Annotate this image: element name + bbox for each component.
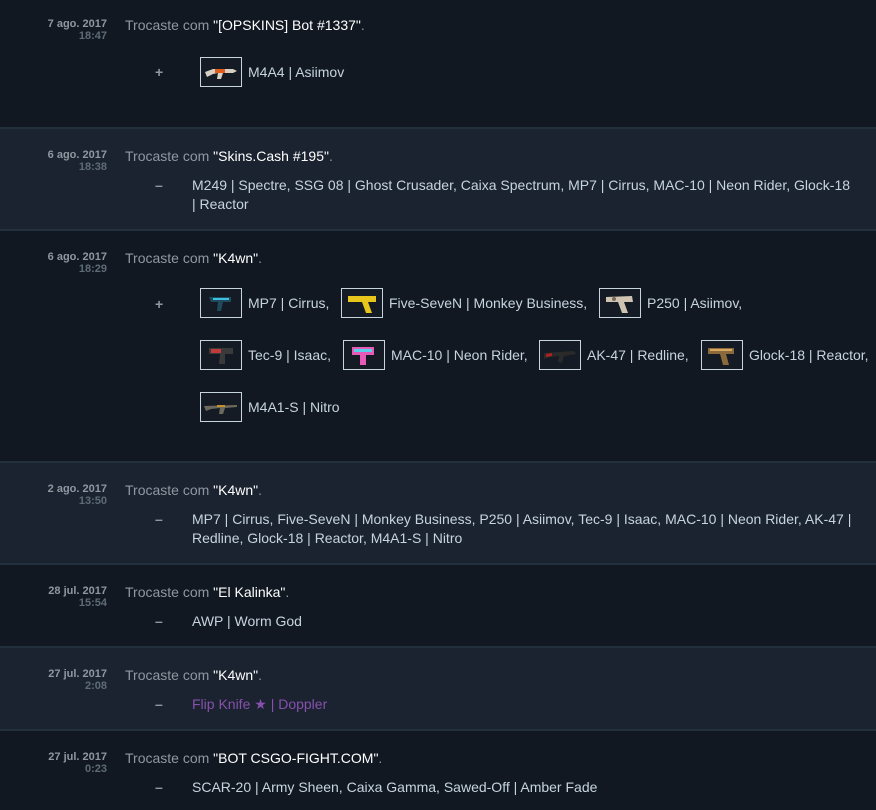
pistol-glock-icon[interactable] — [701, 340, 743, 370]
items-given-list: Flip Knife ★ | Doppler — [192, 696, 328, 712]
trade-time: 13:50 — [78, 495, 107, 507]
trade-description: Trocaste com "K4wn". — [125, 250, 262, 266]
trade-suffix: . — [285, 584, 290, 600]
pistol-tec9-icon[interactable] — [200, 340, 242, 370]
trade-date-text: 27 jul. 2017 — [48, 668, 107, 680]
trade-time: 18:29 — [78, 263, 107, 275]
items-received-sign: + — [155, 296, 164, 312]
trade-suffix: . — [328, 148, 333, 164]
trade-date: 6 ago. 2017 18:29 — [0, 251, 107, 275]
trade-prefix: Trocaste com — [125, 667, 214, 683]
pistol-p250-icon[interactable] — [599, 288, 641, 318]
items-given-sign: – — [155, 511, 163, 527]
trade-partner-link[interactable]: "K4wn" — [213, 482, 258, 498]
trade-suffix: . — [258, 250, 263, 266]
trade-date-text: 6 ago. 2017 — [47, 251, 107, 263]
trade-description: Trocaste com "[OPSKINS] Bot #1337". — [125, 17, 365, 33]
trade-prefix: Trocaste com — [125, 148, 214, 164]
items-given-sign: – — [155, 779, 163, 795]
trade-partner-link[interactable]: "El Kalinka" — [213, 584, 285, 600]
items-given-list: MP7 | Cirrus, Five-SeveN | Monkey Busine… — [192, 511, 852, 546]
item-name[interactable]: Five-SeveN | Monkey Business, — [389, 295, 587, 311]
trade-row: 6 ago. 2017 18:29 Trocaste com "K4wn". +… — [0, 231, 876, 463]
item-name[interactable]: M4A4 | Asiimov — [248, 64, 344, 80]
trade-prefix: Trocaste com — [125, 482, 214, 498]
trade-description: Trocaste com "K4wn". — [125, 667, 262, 683]
rifle-m4a4-asiimov-icon[interactable] — [200, 57, 242, 87]
items-given-list: AWP | Worm God — [192, 613, 302, 629]
trade-row: 27 jul. 2017 2:08 Trocaste com "K4wn". –… — [0, 648, 876, 731]
trade-row: 7 ago. 2017 18:47 Trocaste com "[OPSKINS… — [0, 0, 876, 129]
item-name[interactable]: MP7 | Cirrus, — [248, 295, 329, 311]
item-name[interactable]: AK-47 | Redline, — [587, 347, 689, 363]
trade-suffix: . — [378, 750, 383, 766]
trade-description: Trocaste com "K4wn". — [125, 482, 262, 498]
trade-prefix: Trocaste com — [125, 584, 214, 600]
trade-partner-link[interactable]: "K4wn" — [213, 667, 258, 683]
trade-suffix: . — [258, 482, 263, 498]
trade-row: 28 jul. 2017 15:54 Trocaste com "El Kali… — [0, 565, 876, 648]
item-name[interactable]: M4A1-S | Nitro — [248, 399, 340, 415]
trade-date-text: 6 ago. 2017 — [47, 149, 107, 161]
trade-partner-link[interactable]: "[OPSKINS] Bot #1337" — [213, 17, 361, 33]
smg-mac10-icon[interactable] — [343, 340, 385, 370]
trade-suffix: . — [360, 17, 365, 33]
trade-description: Trocaste com "El Kalinka". — [125, 584, 289, 600]
trade-date-text: 27 jul. 2017 — [48, 751, 107, 763]
rifle-m4a1s-icon[interactable] — [200, 392, 242, 422]
trade-date: 27 jul. 2017 0:23 — [0, 751, 107, 775]
trade-date: 7 ago. 2017 18:47 — [0, 18, 107, 42]
trade-date: 28 jul. 2017 15:54 — [0, 585, 107, 609]
trade-prefix: Trocaste com — [125, 17, 214, 33]
trade-date-text: 2 ago. 2017 — [47, 483, 107, 495]
trade-prefix: Trocaste com — [125, 250, 214, 266]
trade-description: Trocaste com "Skins.Cash #195". — [125, 148, 333, 164]
trade-prefix: Trocaste com — [125, 750, 214, 766]
items-given-sign: – — [155, 177, 163, 193]
trade-suffix: . — [258, 667, 263, 683]
items-given-list: SCAR-20 | Army Sheen, Caixa Gamma, Sawed… — [192, 779, 598, 795]
trade-history-list: 7 ago. 2017 18:47 Trocaste com "[OPSKINS… — [0, 0, 876, 810]
items-given-sign: – — [155, 696, 163, 712]
trade-date: 27 jul. 2017 2:08 — [0, 668, 107, 692]
trade-time: 18:47 — [78, 30, 107, 42]
trade-time: 2:08 — [84, 680, 107, 692]
trade-partner-link[interactable]: "BOT CSGO-FIGHT.COM" — [213, 750, 378, 766]
trade-time: 15:54 — [78, 597, 107, 609]
trade-date: 2 ago. 2017 13:50 — [0, 483, 107, 507]
pistol-five-seven-icon[interactable] — [341, 288, 383, 318]
smg-mp7-cirrus-icon[interactable] — [200, 288, 242, 318]
trade-partner-link[interactable]: "K4wn" — [213, 250, 258, 266]
item-name[interactable]: P250 | Asiimov, — [647, 295, 742, 311]
trade-date-text: 7 ago. 2017 — [47, 18, 107, 30]
trade-row: 2 ago. 2017 13:50 Trocaste com "K4wn". –… — [0, 463, 876, 565]
item-name[interactable]: Tec-9 | Isaac, — [248, 347, 331, 363]
trade-time: 0:23 — [84, 763, 107, 775]
trade-time: 18:38 — [78, 161, 107, 173]
items-given-list: M249 | Spectre, SSG 08 | Ghost Crusader,… — [192, 177, 851, 212]
trade-date: 6 ago. 2017 18:38 — [0, 149, 107, 173]
items-given-sign: – — [155, 613, 163, 629]
trade-partner-link[interactable]: "Skins.Cash #195" — [213, 148, 329, 164]
trade-description: Trocaste com "BOT CSGO-FIGHT.COM". — [125, 750, 382, 766]
items-received-sign: + — [155, 64, 164, 80]
item-name[interactable]: MAC-10 | Neon Rider, — [391, 347, 528, 363]
item-name[interactable]: Glock-18 | Reactor, — [749, 347, 869, 363]
rifle-ak47-icon[interactable] — [539, 340, 581, 370]
trade-row: 27 jul. 2017 0:23 Trocaste com "BOT CSGO… — [0, 731, 876, 810]
trade-date-text: 28 jul. 2017 — [48, 585, 107, 597]
trade-row: 6 ago. 2017 18:38 Trocaste com "Skins.Ca… — [0, 129, 876, 231]
